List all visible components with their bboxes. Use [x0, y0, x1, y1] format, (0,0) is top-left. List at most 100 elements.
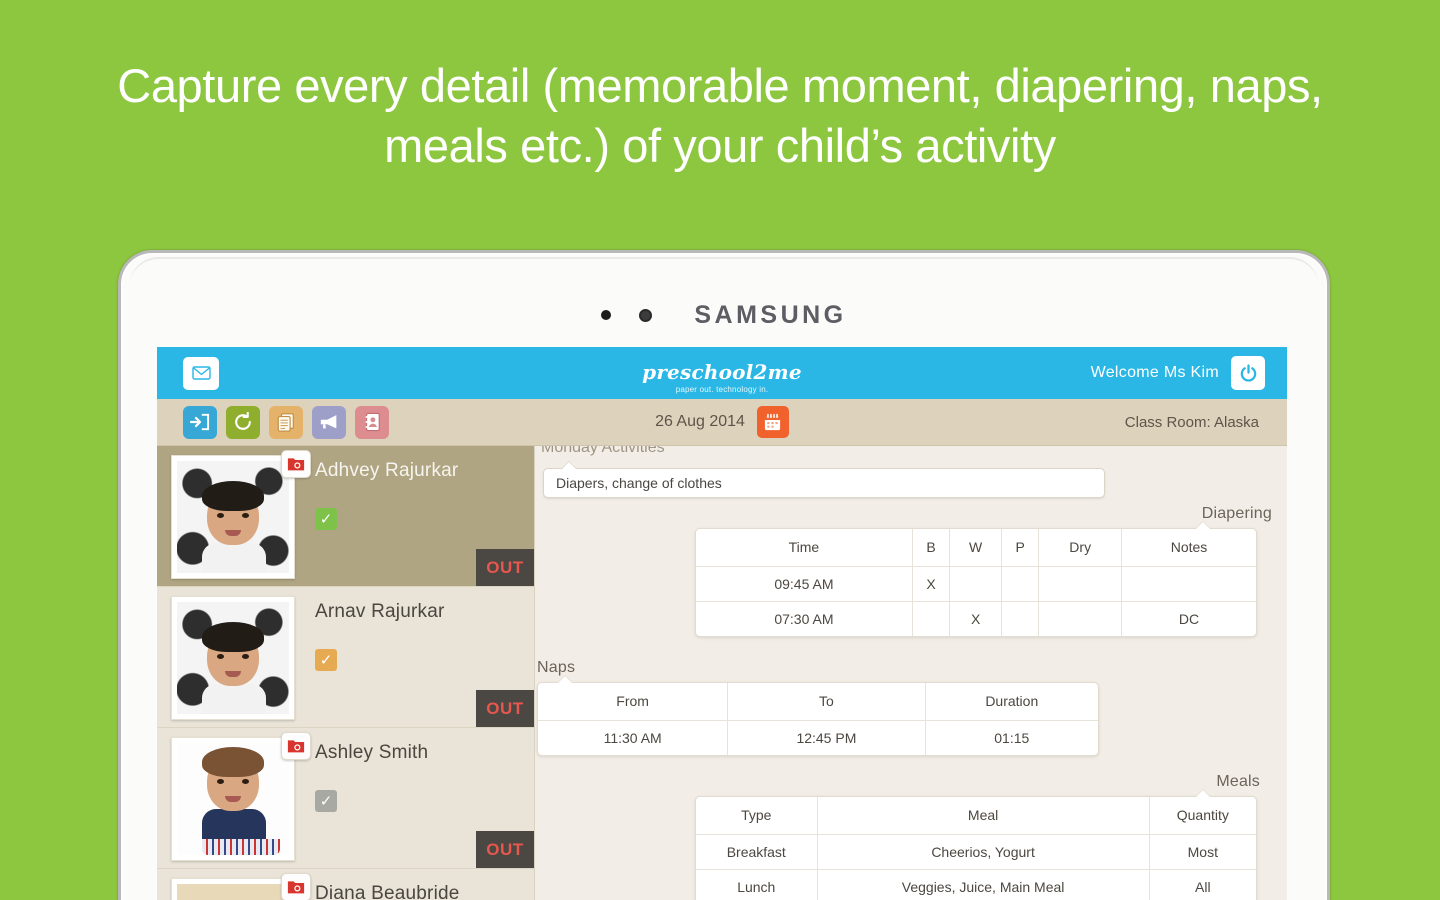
photo-capture-badge[interactable]: [281, 732, 311, 760]
announcements-button[interactable]: [312, 405, 346, 439]
cell-p[interactable]: [1000, 600, 1039, 636]
student-photo[interactable]: [171, 878, 295, 900]
camera-icon: [287, 457, 305, 470]
naps-card: From To Duration 11:30 AM 12:45 PM 01:15: [537, 676, 1099, 756]
table-row[interactable]: 09:45 AM X: [696, 565, 1256, 601]
cell-b[interactable]: [911, 600, 950, 636]
child-portrait: [202, 747, 280, 855]
student-info: Arnav Rajurkar ✓: [315, 601, 445, 671]
col-notes: Notes: [1121, 529, 1256, 566]
welcome-message: Welcome Ms Kim: [1090, 364, 1219, 381]
naps-label: Naps: [537, 659, 576, 676]
student-row[interactable]: Arnav Rajurkar ✓ OUT: [157, 587, 534, 728]
photo-capture-badge[interactable]: [281, 873, 311, 900]
table-header-row: From To Duration: [538, 683, 1098, 720]
col-b: B: [911, 529, 950, 566]
child-portrait: [202, 622, 266, 714]
refresh-icon: [235, 412, 251, 430]
student-name: Adhvey Rajurkar: [315, 460, 459, 481]
activities-title: Monday Activities: [541, 446, 665, 456]
refresh-button[interactable]: [226, 405, 260, 439]
attendance-checkbox[interactable]: ✓: [315, 649, 337, 671]
status-badge[interactable]: OUT: [476, 831, 534, 868]
check-in-icon: [190, 413, 210, 431]
notes-input[interactable]: Diapers, change of clothes: [543, 468, 1105, 498]
cell-time: 07:30 AM: [696, 600, 913, 636]
col-time: Time: [788, 539, 820, 556]
cell-dry[interactable]: [1038, 600, 1122, 636]
cell-b[interactable]: X: [911, 565, 950, 601]
child-portrait: [202, 481, 266, 573]
mail-button[interactable]: [183, 356, 219, 390]
student-row[interactable]: Ashley Smith ✓ OUT: [157, 728, 534, 869]
app-logo-tagline: paper out. technology in.: [675, 385, 769, 394]
power-icon: [1240, 363, 1256, 382]
contacts-icon: [365, 412, 380, 432]
status-badge[interactable]: OUT: [476, 690, 534, 727]
tablet-screen: preschool2me paper out. technology in. W…: [157, 347, 1287, 900]
student-list[interactable]: Adhvey Rajurkar ✓ OUT Arnav Rajurkar ✓ O…: [157, 446, 535, 900]
student-photo[interactable]: [171, 737, 295, 861]
cell-type: Breakfast: [696, 833, 818, 869]
table-row[interactable]: 11:30 AM 12:45 PM 01:15: [538, 719, 1098, 755]
logout-button[interactable]: [1231, 356, 1265, 390]
table-row[interactable]: Lunch Veggies, Juice, Main Meal All: [696, 868, 1256, 900]
samsung-logo: SAMSUNG: [694, 300, 847, 329]
student-photo[interactable]: [171, 596, 295, 720]
cell-notes[interactable]: DC: [1121, 600, 1256, 636]
attendance-checkbox[interactable]: ✓: [315, 790, 337, 812]
student-photo[interactable]: [171, 455, 295, 579]
attendance-checkbox[interactable]: ✓: [315, 508, 337, 530]
documents-button[interactable]: [269, 405, 303, 439]
col-duration: Duration: [924, 683, 1098, 720]
col-type: Type: [741, 807, 772, 824]
student-info: Adhvey Rajurkar ✓: [315, 460, 458, 530]
cell-w[interactable]: [949, 565, 1002, 601]
tablet-device: SAMSUNG preschool2me paper out. technolo…: [118, 250, 1330, 900]
check-in-button[interactable]: [183, 405, 217, 439]
activity-detail-panel: Monday Activities Diapers, change of clo…: [535, 446, 1287, 900]
diapering-label: Diapering: [1201, 505, 1272, 522]
app-content: Adhvey Rajurkar ✓ OUT Arnav Rajurkar ✓ O…: [157, 446, 1287, 900]
cell-time: 09:45 AM: [696, 565, 913, 601]
cell-from: 11:30 AM: [538, 719, 728, 755]
meals-label: Meals: [1216, 773, 1260, 790]
col-meal: Meal: [816, 797, 1150, 834]
cell-w[interactable]: X: [949, 600, 1002, 636]
status-badge[interactable]: OUT: [476, 549, 534, 586]
col-p: P: [1000, 529, 1039, 566]
table-row[interactable]: 07:30 AM X DC: [696, 600, 1256, 636]
front-camera-icon: [639, 308, 653, 322]
photo-capture-badge[interactable]: [281, 450, 311, 478]
user-area: Welcome Ms Kim: [1091, 356, 1265, 390]
app-header-bar: preschool2me paper out. technology in. W…: [157, 347, 1287, 399]
contacts-button[interactable]: [355, 405, 389, 439]
student-name: Ashley Smith: [315, 742, 429, 763]
current-date: 26 Aug 2014: [655, 413, 745, 430]
card-pointer: [1196, 522, 1210, 529]
documents-icon: [277, 413, 294, 432]
cell-meal: Veggies, Juice, Main Meal: [816, 868, 1150, 900]
cell-duration: 01:15: [924, 719, 1098, 755]
student-row[interactable]: Adhvey Rajurkar ✓ OUT: [157, 446, 534, 587]
student-row[interactable]: Diana Beaubride: [157, 869, 534, 900]
cell-dry[interactable]: [1038, 565, 1122, 601]
cell-quantity: Most: [1148, 833, 1256, 869]
diapering-card: Time B W P Dry Notes 09:45 AM X 07:30 AM…: [695, 522, 1257, 637]
col-w: W: [949, 529, 1002, 566]
photo-backdrop: [177, 884, 289, 900]
col-dry: Dry: [1038, 529, 1122, 566]
page-headline: Capture every detail (memorable moment, …: [117, 59, 1323, 172]
table-row[interactable]: Breakfast Cheerios, Yogurt Most: [696, 833, 1256, 869]
diapering-table: Time B W P Dry Notes 09:45 AM X 07:30 AM…: [696, 529, 1256, 636]
cell-p[interactable]: [1000, 565, 1039, 601]
cell-notes[interactable]: [1121, 565, 1256, 601]
cell-type: Lunch: [696, 868, 818, 900]
table-header-row: Time B W P Dry Notes: [696, 529, 1256, 566]
sensor-dot-icon: [601, 310, 612, 320]
toolbar-icon-group: [183, 405, 389, 439]
calendar-button[interactable]: [756, 406, 789, 438]
card-pointer: [558, 676, 572, 683]
classroom-label: Class Room: Alaska: [1124, 413, 1259, 431]
naps-table: From To Duration 11:30 AM 12:45 PM 01:15: [538, 683, 1098, 755]
